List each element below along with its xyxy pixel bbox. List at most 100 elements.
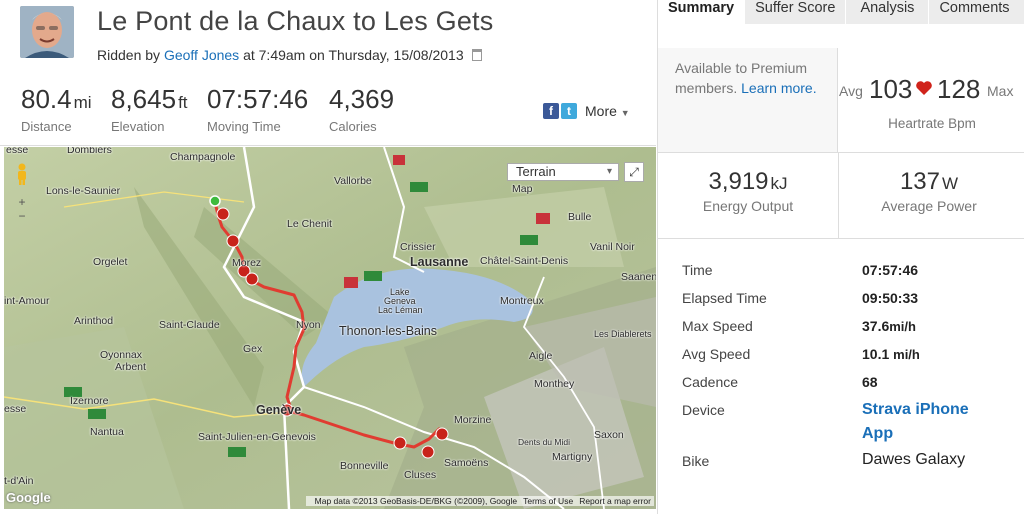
- activity-panel: Le Pont de la Chaux to Les Gets Ridden b…: [0, 0, 656, 514]
- energy-output-stat: 3,919 kJ Energy Output: [658, 168, 838, 214]
- device-link[interactable]: Strava iPhone App: [862, 398, 969, 446]
- map-label: Map: [512, 183, 533, 195]
- facebook-icon[interactable]: f: [543, 103, 559, 119]
- more-label: More: [585, 103, 617, 119]
- map-label: Arbent: [115, 361, 146, 373]
- route-map[interactable]: esse Dombiers Champagnole Lons-le-Saunie…: [4, 147, 656, 509]
- distance-value: 80.4: [21, 84, 72, 114]
- tab-analysis[interactable]: Analysis: [846, 0, 930, 24]
- athlete-link[interactable]: Geoff Jones: [164, 47, 239, 63]
- map-label: Nantua: [90, 426, 124, 438]
- elevation-label: Elevation: [111, 119, 165, 134]
- byline-prefix: Ridden by: [97, 47, 161, 63]
- more-dropdown[interactable]: More ▼: [585, 103, 630, 119]
- moving-time-label: Moving Time: [207, 119, 281, 134]
- attribution-text: Map data ©2013 GeoBasis-DE/BKG (©2009), …: [314, 496, 518, 506]
- map-label: t-d'Ain: [4, 475, 34, 487]
- moving-time-value: 07:57:46: [207, 84, 309, 114]
- learn-more-link[interactable]: Learn more.: [741, 80, 816, 96]
- power-unit: W: [942, 174, 959, 193]
- map-label: Lons-le-Saunier: [46, 185, 121, 197]
- hr-avg-value: 103: [869, 74, 913, 104]
- map-label: Châtel-Saint-Denis: [480, 255, 569, 267]
- map-label: Bonneville: [340, 460, 389, 472]
- map-label: Lac Léman: [378, 305, 423, 315]
- energy-value: 3,919: [708, 168, 769, 195]
- fullscreen-icon[interactable]: ⤢: [624, 162, 644, 182]
- map-label: Aigle: [529, 350, 553, 362]
- detail-row-avg-speed: Avg Speed 10.1 mi/h: [682, 346, 920, 362]
- map-label: Vanil Noir: [590, 241, 635, 253]
- zoom-in-button[interactable]: +: [16, 195, 28, 209]
- map-label: Martigny: [552, 451, 593, 463]
- map-label: Saint-Claude: [159, 319, 220, 331]
- hr-avg-label: Avg: [839, 83, 863, 99]
- map-label: Le Chenit: [287, 218, 332, 230]
- analysis-panel: Summary Suffer Score Analysis Comments A…: [657, 0, 1024, 514]
- street-view-pegman-icon[interactable]: [16, 163, 28, 185]
- map-type-select[interactable]: Terrain: [507, 163, 619, 181]
- stat-moving-time: 07:57:46 Moving Time: [207, 84, 308, 134]
- map-label: Morzine: [454, 414, 492, 426]
- divider: [658, 152, 1024, 153]
- map-label: Champagnole: [170, 151, 236, 163]
- premium-text-2: members.: [675, 80, 738, 96]
- google-logo: Google: [6, 490, 51, 505]
- tab-suffer-score[interactable]: Suffer Score: [745, 0, 847, 24]
- premium-text: Available to Premium: [675, 60, 808, 76]
- zoom-control: + −: [16, 195, 28, 223]
- elevation-unit: ft: [178, 93, 188, 112]
- distance-unit: mi: [73, 93, 92, 112]
- calories-value: 4,369: [329, 84, 395, 114]
- map-label: esse: [6, 147, 29, 156]
- heart-icon: [916, 81, 932, 95]
- stat-distance: 80.4 mi Distance: [21, 84, 92, 134]
- map-label: int-Amour: [4, 295, 50, 307]
- tab-comments[interactable]: Comments: [929, 0, 1024, 24]
- map-label: esse: [4, 403, 27, 415]
- energy-unit: kJ: [770, 174, 788, 193]
- premium-notice: Available to Premium members. Learn more…: [658, 48, 838, 152]
- map-label: Arinthod: [74, 315, 114, 327]
- calendar-icon[interactable]: [471, 49, 482, 61]
- map-label: Izernore: [70, 395, 109, 407]
- map-label: Bulle: [568, 211, 592, 223]
- map-label: Samoëns: [444, 457, 489, 469]
- map-label: Saxon: [594, 429, 624, 441]
- activity-datetime: at 7:49am on Thursday, 15/08/2013: [243, 47, 464, 63]
- map-label: Vallorbe: [334, 175, 372, 187]
- hr-max-value: 128: [937, 74, 981, 104]
- chevron-down-icon: ▼: [620, 108, 630, 118]
- stat-calories: 4,369 Calories: [329, 84, 394, 134]
- tab-summary[interactable]: Summary: [658, 0, 746, 24]
- detail-row-elapsed-time: Elapsed Time 09:50:33: [682, 290, 919, 306]
- map-label: Dents du Midi: [518, 437, 570, 447]
- athlete-avatar[interactable]: [20, 6, 74, 58]
- detail-row-max-speed: Max Speed 37.6mi/h: [682, 318, 916, 334]
- heartrate-unit: Bpm: [948, 116, 976, 131]
- power-value: 137: [899, 168, 940, 195]
- map-label: Saanen: [621, 271, 656, 283]
- map-label: Oyonnax: [100, 349, 143, 361]
- heartrate-summary: Avg 103 128 Max Heartrate Bpm: [839, 24, 1024, 152]
- map-label: Thonon-les-Bains: [339, 324, 437, 338]
- report-map-error-link[interactable]: Report a map error: [579, 496, 651, 506]
- zoom-out-button[interactable]: −: [16, 209, 28, 223]
- map-attribution: Map data ©2013 GeoBasis-DE/BKG (©2009), …: [305, 496, 654, 506]
- calories-label: Calories: [329, 119, 377, 134]
- divider: [0, 145, 656, 146]
- terms-link[interactable]: Terms of Use: [523, 496, 573, 506]
- activity-byline: Ridden by Geoff Jones at 7:49am on Thurs…: [97, 47, 482, 63]
- share-bar: f t More ▼: [543, 103, 630, 119]
- average-power-stat: 137 W Average Power: [839, 168, 1019, 214]
- map-label: Saint-Julien-en-Genevois: [198, 431, 316, 443]
- power-label: Average Power: [881, 198, 977, 214]
- map-label: Genève: [256, 403, 302, 417]
- tab-bar: Summary Suffer Score Analysis Comments: [658, 0, 1024, 24]
- twitter-icon[interactable]: t: [561, 103, 577, 119]
- activity-details: Time 07:57:46 Elapsed Time 09:50:33 Max …: [682, 262, 1012, 481]
- map-label: Monthey: [534, 378, 575, 390]
- map-label: Crissier: [400, 241, 436, 253]
- detail-row-bike: Bike Dawes Galaxy: [682, 451, 966, 469]
- detail-row-time: Time 07:57:46: [682, 262, 919, 278]
